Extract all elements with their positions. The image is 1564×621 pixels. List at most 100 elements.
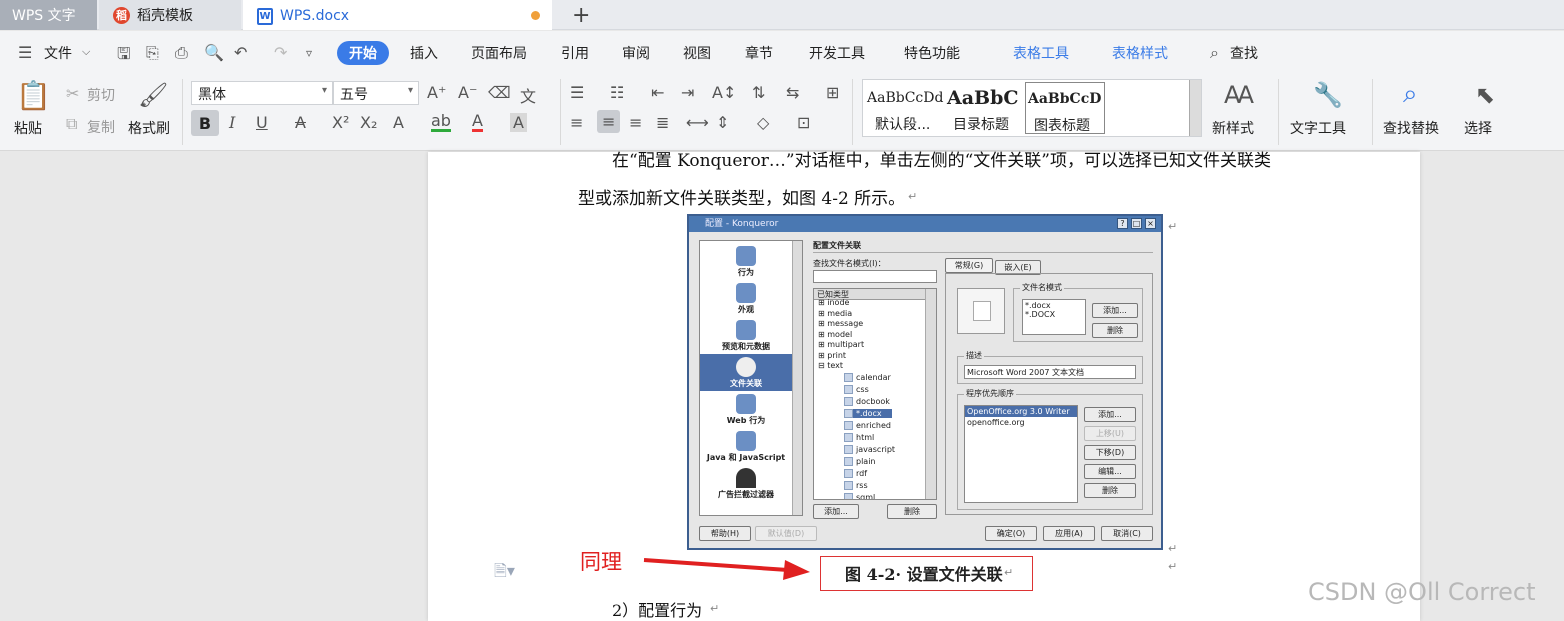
sort-icon[interactable]: ⇅ (752, 83, 765, 102)
remove-pattern-button: 删除 (1092, 323, 1138, 338)
app-list: OpenOffice.org 3.0 Writer openoffice.org (964, 405, 1078, 503)
paste-button[interactable]: 粘贴 (14, 118, 42, 138)
redo-icon[interactable]: ↷ (274, 43, 287, 62)
align-center-icon[interactable]: ≡ (597, 110, 621, 133)
paste-icon[interactable]: 📋 (16, 79, 51, 112)
print-preview-icon[interactable]: 🔍 (204, 43, 224, 62)
style-name: 默认段... (875, 117, 931, 133)
tab-insert[interactable]: 插入 (410, 43, 438, 63)
search-button[interactable]: 查找 (1230, 43, 1258, 63)
distribute-icon[interactable]: ⟷ (686, 113, 709, 132)
style-gallery-scrollbar[interactable] (1189, 80, 1201, 136)
tab-developer[interactable]: 开发工具 (809, 43, 865, 63)
separator (182, 79, 183, 145)
tab-home[interactable]: 开始 (337, 41, 389, 65)
bullet-list-icon[interactable]: ☰ (570, 83, 584, 102)
justify-icon[interactable]: ≣ (656, 113, 669, 132)
tree-scrollbar (925, 289, 936, 499)
text-effect-icon[interactable]: A (393, 113, 404, 132)
increase-indent-icon[interactable]: ⇥ (681, 83, 694, 102)
numbered-list-icon[interactable]: ☷ (610, 83, 624, 102)
tab-review[interactable]: 审阅 (622, 43, 650, 63)
menu-icon[interactable]: ☰ (18, 43, 32, 62)
paragraph-mark: ↵ (1004, 566, 1014, 579)
format-painter-button[interactable]: 格式刷 (128, 118, 170, 138)
separator (1372, 79, 1373, 145)
format-painter-icon[interactable]: 🖌 (138, 81, 168, 109)
style-toc-heading[interactable]: AaBbC 目录标题 (945, 82, 1023, 134)
font-name-value: 黑体 (198, 87, 226, 103)
align-left-icon[interactable]: ≡ (570, 113, 583, 132)
paragraph-spacing-icon[interactable]: ⇕ (716, 113, 729, 132)
undo-icon[interactable]: ↶ (234, 43, 247, 62)
italic-button[interactable]: I (229, 113, 235, 132)
grow-font-icon[interactable]: A⁺ (427, 83, 446, 102)
shading-icon[interactable]: ◇ (757, 113, 769, 132)
tab-table-tools[interactable]: 表格工具 (1013, 43, 1069, 63)
font-color-icon[interactable]: A (472, 113, 483, 132)
paragraph-mark: ↵ (908, 190, 918, 203)
tree-item: ⊞ inode (818, 298, 850, 307)
font-size-select[interactable]: 五号 ▾ (333, 81, 419, 105)
scissors-icon[interactable]: ✂ (66, 84, 79, 103)
subscript-icon[interactable]: X₂ (360, 113, 377, 132)
bold-button[interactable]: B (191, 110, 219, 136)
patterns-list: *.docx *.DOCX (1022, 299, 1086, 335)
find-replace-button[interactable]: 查找替换 (1383, 118, 1439, 138)
strikethrough-icon[interactable]: A (295, 113, 306, 132)
search-icon[interactable]: ⌕ (1210, 43, 1219, 63)
highlight-icon[interactable]: ab (431, 113, 451, 132)
tab-document[interactable]: W WPS.docx (243, 0, 552, 30)
decrease-indent-icon[interactable]: ⇤ (651, 83, 664, 102)
tab-wps-label: WPS 文字 (12, 8, 76, 24)
cursor-arrow-icon[interactable]: ⬉ (1475, 81, 1495, 109)
sidebar-label: 广告拦截过滤器 (718, 490, 774, 499)
separator (1278, 79, 1279, 145)
style-caption[interactable]: AaBbCcD 图表标题 (1025, 82, 1105, 134)
wrench-icon[interactable]: 🔧 (1313, 81, 1343, 109)
shrink-font-icon[interactable]: A⁻ (458, 83, 477, 102)
add-app-button: 添加... (1084, 407, 1136, 422)
tab-references[interactable]: 引用 (561, 43, 589, 63)
print-icon[interactable]: ⎙ (175, 43, 188, 63)
new-style-button[interactable]: 新样式 (1212, 118, 1254, 138)
borders-icon[interactable]: ⊡ (797, 113, 810, 132)
chevron-down-icon[interactable]: ⌵ (82, 45, 90, 59)
tab-page-layout[interactable]: 页面布局 (471, 43, 527, 63)
text-tools-button[interactable]: 文字工具 (1290, 118, 1346, 138)
figure-caption[interactable]: 图 4-2· 设置文件关联 (845, 561, 1003, 585)
tab-daoke-templates[interactable]: 稻 稻壳模板 (99, 0, 241, 30)
copy-icon[interactable]: ⧉ (66, 114, 77, 134)
new-style-icon[interactable]: Ꜳ (1224, 81, 1254, 109)
clear-format-icon[interactable]: ⌫ (488, 83, 511, 102)
line-spacing-icon[interactable]: ⇆ (786, 83, 799, 102)
quick-access-more-icon[interactable]: ▿ (306, 46, 312, 60)
file-menu[interactable]: 文件 (44, 43, 72, 63)
export-icon[interactable]: ⎘ (146, 43, 159, 63)
paragraph-layout-icon[interactable]: 🗎▾ (494, 560, 515, 587)
align-right-icon[interactable]: ≡ (629, 113, 642, 132)
tab-table-style[interactable]: 表格样式 (1112, 43, 1168, 63)
table-borders-icon[interactable]: ⊞ (826, 83, 839, 102)
char-shading-icon[interactable]: A (510, 113, 527, 132)
phonetic-guide-icon[interactable]: 文 (520, 83, 536, 107)
change-case-icon[interactable]: A↕ (712, 83, 736, 102)
save-icon[interactable]: 🖫 (117, 43, 131, 70)
style-default[interactable]: AaBbCcDd 默认段... (865, 82, 943, 134)
font-name-select[interactable]: 黑体 ▾ (191, 81, 333, 105)
tab-view[interactable]: 视图 (683, 43, 711, 63)
tab-chapter[interactable]: 章节 (745, 43, 773, 63)
select-button[interactable]: 选择 (1464, 118, 1492, 138)
tab-features[interactable]: 特色功能 (904, 43, 960, 63)
underline-button[interactable]: U (256, 113, 268, 132)
konqueror-config-dialog-image: 配置 - Konqueror ? □ × 行为 外观 预览和元数据 文件关联 W… (687, 214, 1163, 550)
paragraph-mark: ↵ (1168, 560, 1178, 573)
tab-wps-writer[interactable]: WPS 文字 (0, 0, 97, 30)
copy-button[interactable]: 复制 (87, 117, 115, 137)
cut-button[interactable]: 剪切 (87, 85, 115, 105)
magnifier-icon[interactable]: ⌕ (1403, 79, 1418, 110)
known-types-tree: 已知类型 ⊞ inode ⊞ media ⊞ message ⊞ model ⊞… (813, 288, 937, 500)
superscript-icon[interactable]: X² (332, 113, 349, 132)
new-tab-button[interactable]: + (572, 3, 590, 28)
font-size-value: 五号 (340, 87, 368, 103)
